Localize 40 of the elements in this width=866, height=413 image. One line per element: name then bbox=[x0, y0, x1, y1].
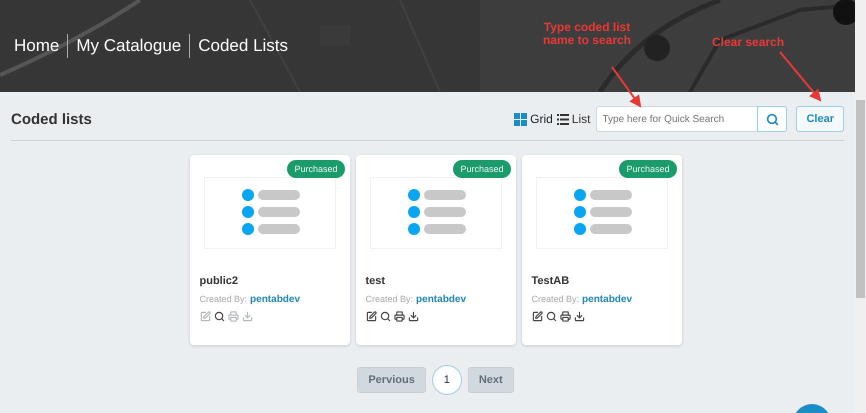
search-icon bbox=[766, 112, 779, 126]
clear-button[interactable]: Clear bbox=[796, 106, 844, 132]
annotation-arrow bbox=[779, 51, 822, 102]
status-badge: Purchased bbox=[453, 160, 510, 178]
list-name: TestAB bbox=[532, 275, 570, 287]
search-button[interactable] bbox=[380, 311, 390, 322]
printer-button[interactable] bbox=[394, 311, 404, 322]
next-button[interactable]: Next bbox=[468, 367, 514, 393]
list-icon bbox=[556, 114, 569, 124]
view-toggle[interactable]: Grid bbox=[512, 112, 555, 126]
page-title: Coded lists bbox=[11, 110, 93, 128]
list-name: public2 bbox=[200, 275, 240, 287]
grid-icon bbox=[514, 112, 528, 126]
author-link[interactable]: pentabdev bbox=[582, 294, 632, 305]
view-toggle[interactable]: List bbox=[554, 112, 592, 126]
annotation-arrow bbox=[611, 66, 642, 108]
created-by-label: Created By: bbox=[532, 294, 580, 304]
edit-button[interactable] bbox=[366, 311, 376, 322]
download-button[interactable] bbox=[574, 311, 584, 322]
printer-button[interactable] bbox=[560, 311, 570, 322]
previous-button[interactable]: Pervious bbox=[357, 367, 426, 393]
status-badge: Purchased bbox=[287, 160, 344, 178]
edit-button[interactable] bbox=[532, 311, 542, 322]
search-button[interactable] bbox=[546, 311, 556, 322]
list-name: test bbox=[366, 275, 386, 287]
created-by-label: Created By: bbox=[366, 294, 414, 304]
download-button[interactable] bbox=[408, 311, 418, 322]
created-by-label: Created By: bbox=[200, 294, 248, 304]
author-link[interactable]: pentabdev bbox=[250, 294, 300, 305]
search-field[interactable]: Type here for Quick Search bbox=[596, 106, 758, 132]
status-badge: Purchased bbox=[619, 160, 676, 178]
annotation-text: Clear search bbox=[712, 36, 784, 50]
breadcrumb-link[interactable]: My Catalogue bbox=[67, 34, 190, 58]
breadcrumb-link[interactable]: Coded Lists bbox=[189, 34, 296, 58]
annotation-text: Type coded list name to search bbox=[542, 21, 632, 48]
scrollbar[interactable] bbox=[855, 0, 866, 413]
page-button[interactable]: 1 bbox=[432, 365, 462, 395]
breadcrumb-link[interactable]: Home bbox=[14, 34, 68, 58]
search-button[interactable] bbox=[214, 311, 224, 322]
author-link[interactable]: pentabdev bbox=[416, 294, 466, 305]
